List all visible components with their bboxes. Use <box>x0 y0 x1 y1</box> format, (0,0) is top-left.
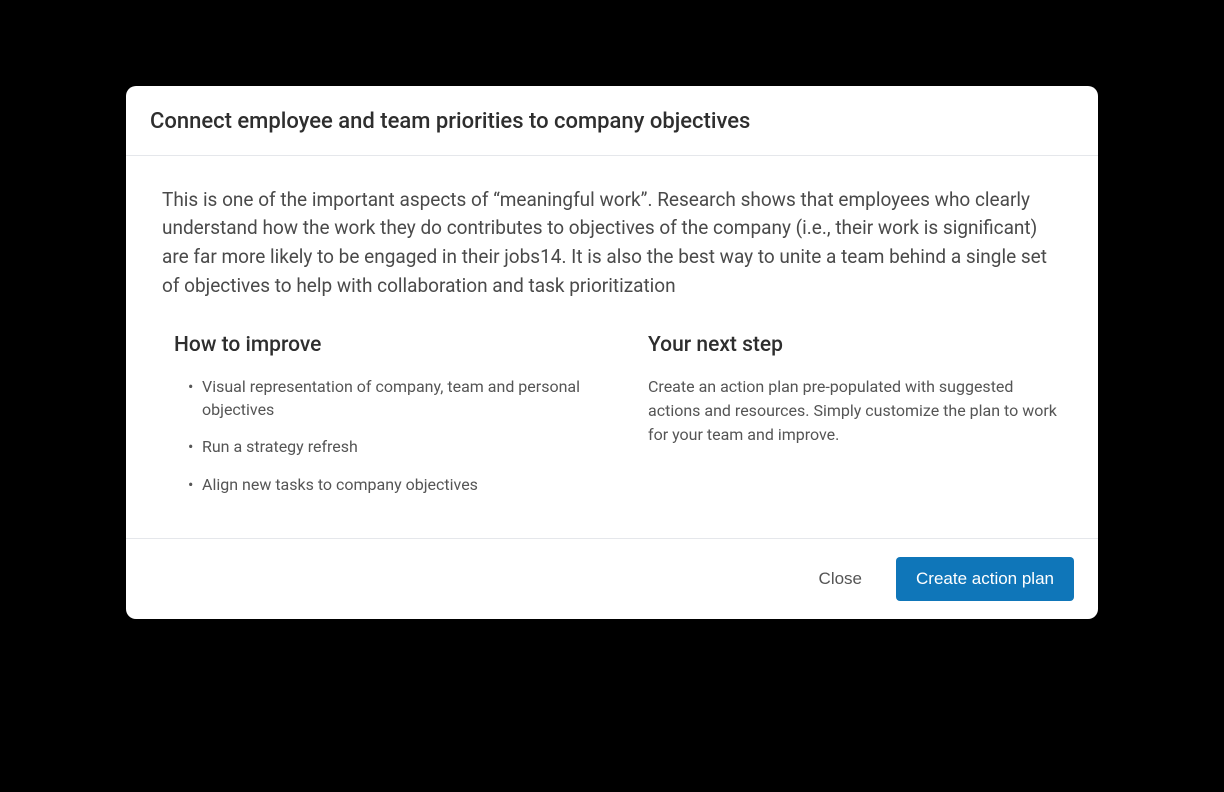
modal-title: Connect employee and team priorities to … <box>150 108 1074 137</box>
modal-footer: Close Create action plan <box>126 538 1098 619</box>
how-to-improve-heading: How to improve <box>174 333 588 357</box>
modal-dialog: Connect employee and team priorities to … <box>126 86 1098 619</box>
improve-list: Visual representation of company, team a… <box>174 375 588 496</box>
next-step-heading: Your next step <box>648 333 1062 357</box>
list-item: Align new tasks to company objectives <box>188 473 588 496</box>
modal-header: Connect employee and team priorities to … <box>126 86 1098 156</box>
create-action-plan-button[interactable]: Create action plan <box>896 557 1074 601</box>
next-step-column: Your next step Create an action plan pre… <box>648 333 1062 510</box>
columns-container: How to improve Visual representation of … <box>162 333 1062 510</box>
next-step-text: Create an action plan pre-populated with… <box>648 375 1062 447</box>
list-item: Visual representation of company, team a… <box>188 375 588 421</box>
close-button[interactable]: Close <box>809 561 872 597</box>
intro-text: This is one of the important aspects of … <box>162 186 1062 302</box>
modal-body: This is one of the important aspects of … <box>126 156 1098 538</box>
list-item: Run a strategy refresh <box>188 435 588 458</box>
how-to-improve-column: How to improve Visual representation of … <box>174 333 588 510</box>
